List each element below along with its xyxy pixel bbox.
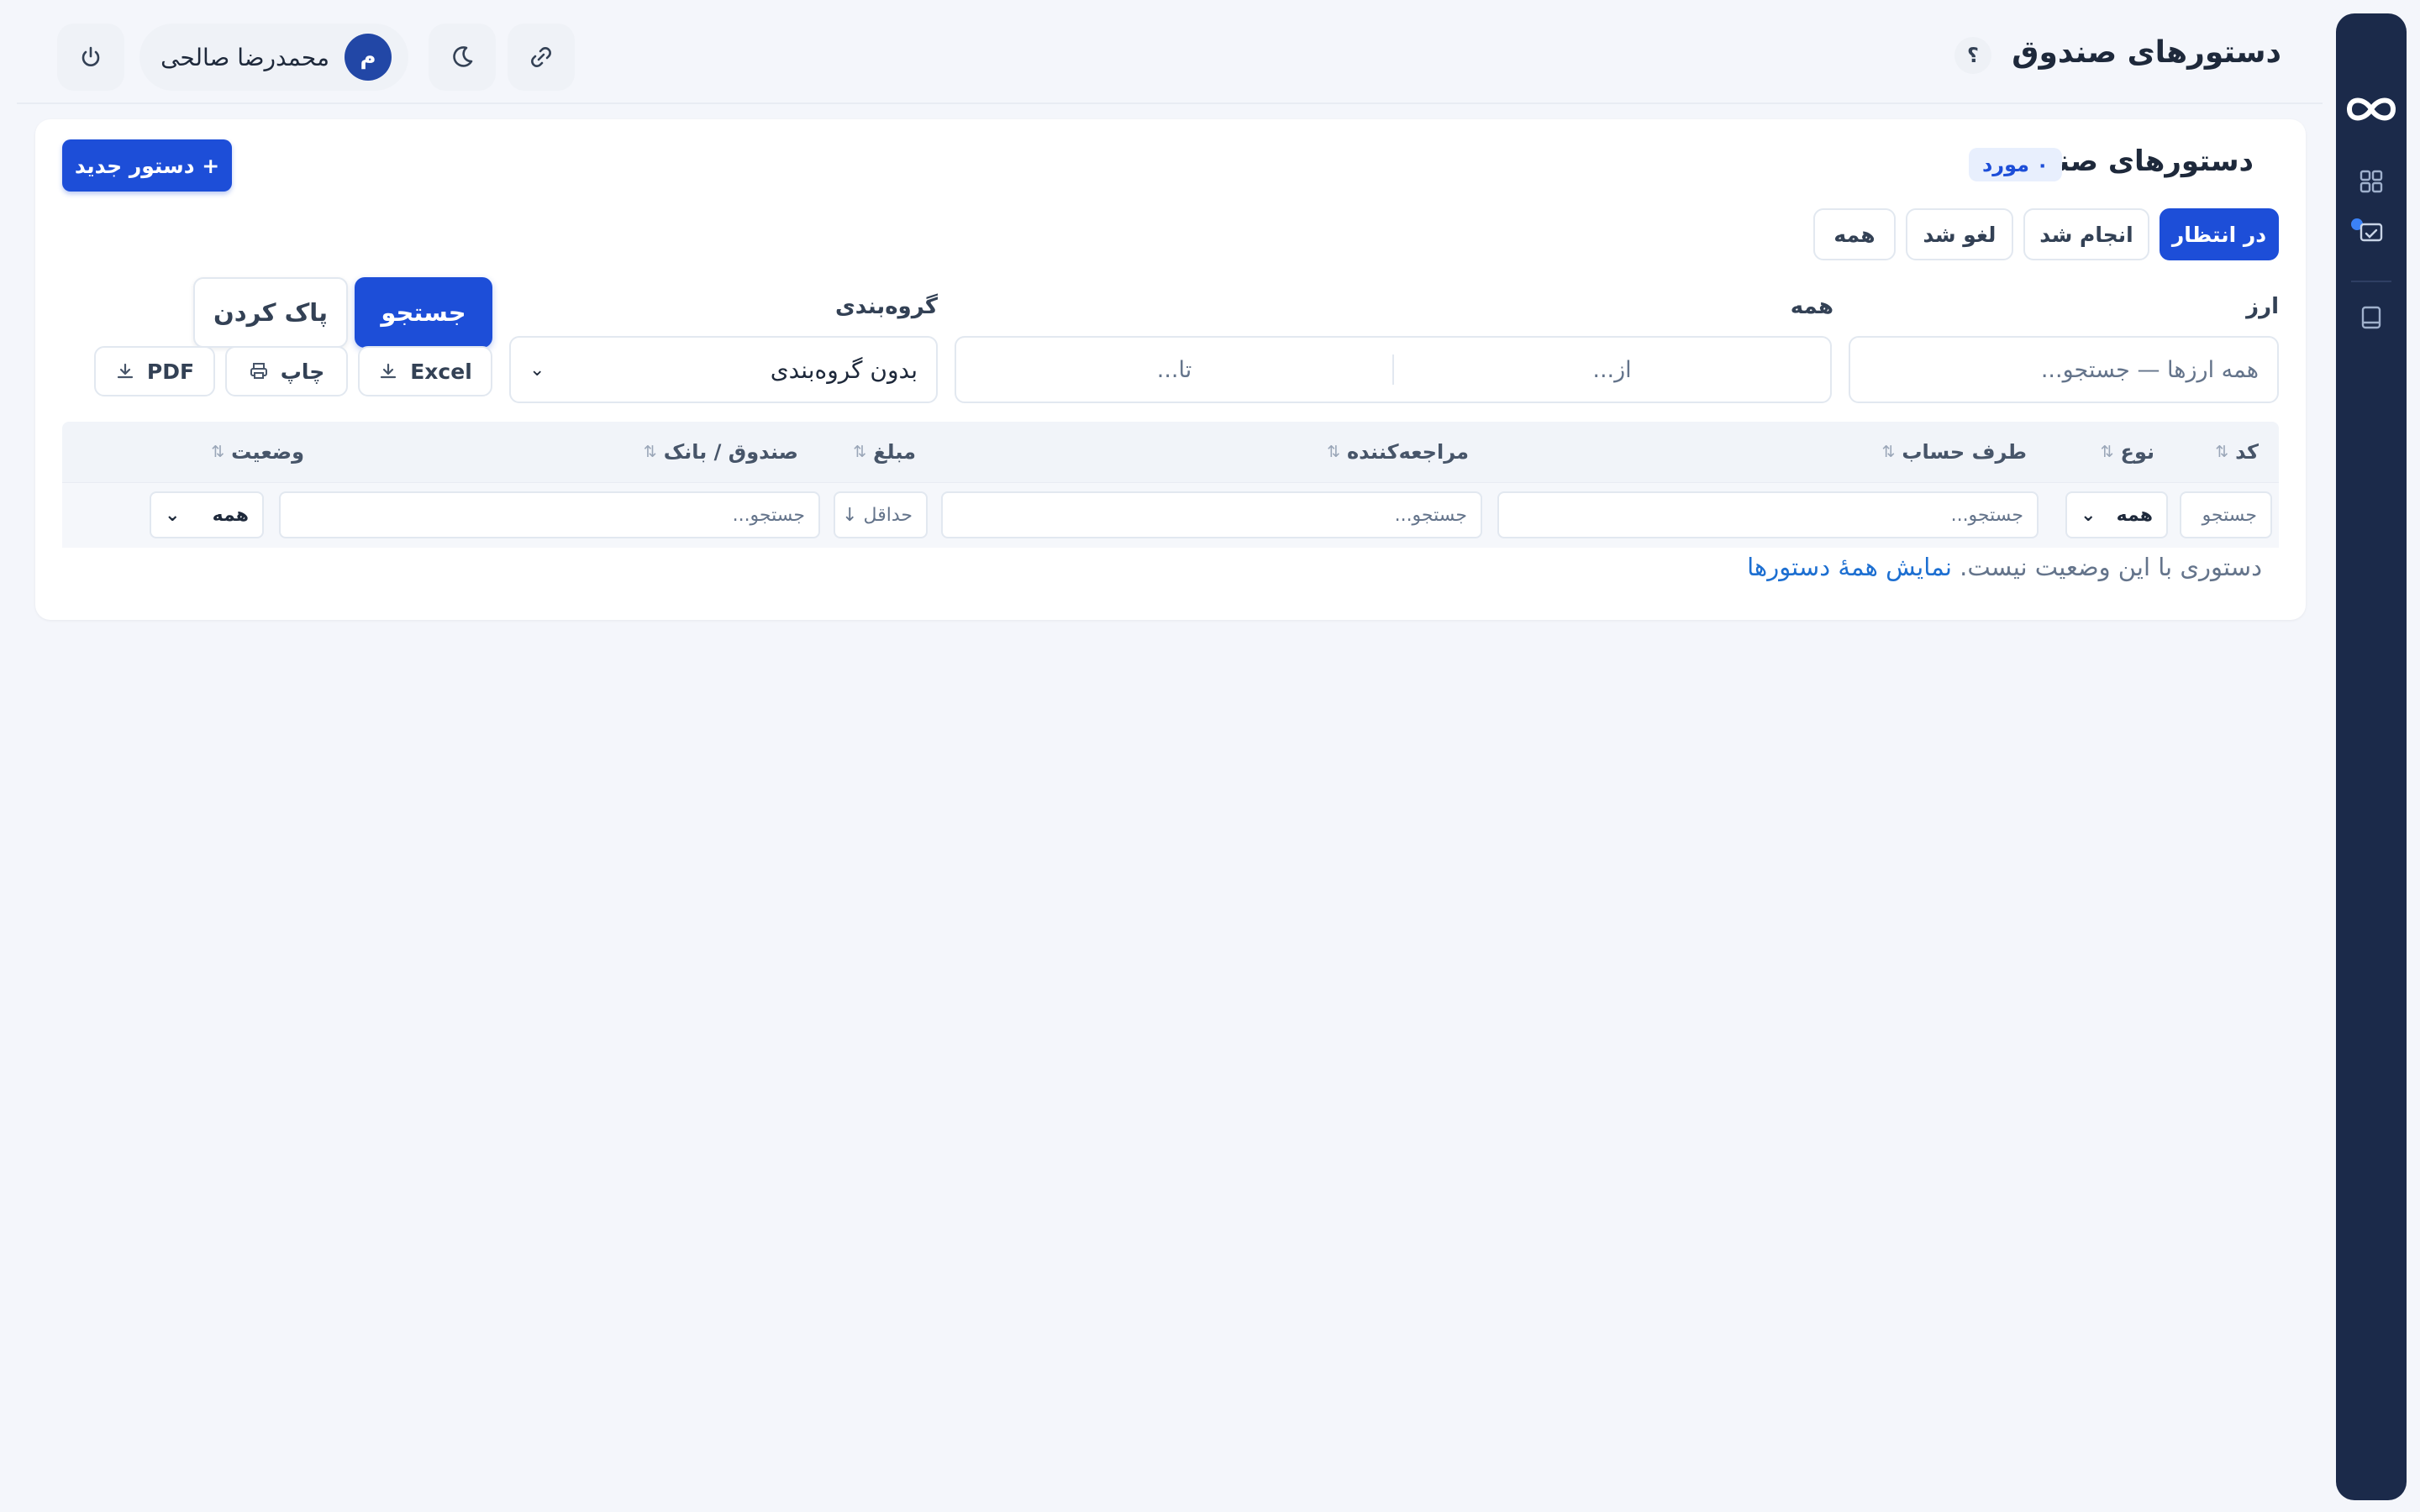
theme-toggle-button[interactable] — [429, 24, 496, 91]
counterparty-filter-input[interactable]: جستجو... — [1497, 491, 2039, 538]
infinity-logo-icon[interactable] — [2344, 91, 2398, 128]
sidebar-divider — [2351, 281, 2391, 282]
grouping-label: گروه‌بندی — [834, 294, 938, 319]
sort-icon: ⇅ — [853, 443, 867, 461]
print-button[interactable]: چاپ — [225, 346, 348, 396]
column-header-amount[interactable]: مبلغ ⇅ — [853, 440, 916, 464]
user-name: محمدرضا صالحی — [160, 43, 329, 71]
sort-icon: ⇅ — [1881, 443, 1896, 461]
pdf-label: PDF — [146, 359, 195, 384]
currency-search-input[interactable]: همه ارزها — جستجو... — [1849, 336, 2279, 403]
to-input[interactable]: تا... — [956, 338, 1392, 402]
table-header: کد ⇅ نوع ⇅ طرف حساب ⇅ مراجعه‌کننده ⇅ مبلغ ⇅ ص… — [62, 422, 2279, 482]
code-filter-input[interactable]: جستجو — [2180, 491, 2272, 538]
sort-icon: ⇅ — [2215, 443, 2229, 461]
user-menu[interactable]: م محمدرضا صالحی — [139, 24, 408, 91]
column-header-status[interactable]: وضعیت ⇅ — [211, 440, 304, 464]
orders-card: دستورهای صندوق ۰ مورد + دستور جدید در ان… — [35, 119, 2306, 620]
column-header-counterparty[interactable]: طرف حساب ⇅ — [1881, 440, 2027, 464]
type-filter-select[interactable]: همه ⌄ — [2065, 491, 2168, 538]
column-header-referrer[interactable]: مراجعه‌کننده ⇅ — [1327, 440, 1469, 464]
range-divider — [1392, 354, 1394, 385]
chevron-down-icon: ⌄ — [165, 504, 181, 526]
grouping-select[interactable]: بدون گروه‌بندی ⌄ — [509, 336, 938, 403]
from-input[interactable]: از... — [1394, 338, 1830, 402]
fund-orders-icon[interactable] — [2358, 218, 2385, 245]
dashboard-grid-icon[interactable] — [2358, 168, 2385, 195]
amount-min-input[interactable]: حداقل ↓ — [834, 491, 928, 538]
column-header-fund-bank[interactable]: صندوق / بانک ⇅ — [644, 440, 798, 464]
column-header-code[interactable]: کد ⇅ — [2215, 440, 2259, 464]
new-order-button[interactable]: + دستور جدید — [62, 139, 232, 192]
sort-icon: ⇅ — [1327, 443, 1340, 461]
sort-icon: ⇅ — [643, 443, 657, 461]
printer-icon — [250, 363, 267, 379]
status-filter-select[interactable]: همه ⌄ — [150, 491, 264, 538]
link-icon — [531, 47, 551, 67]
download-icon — [381, 363, 397, 379]
sort-icon: ⇅ — [2100, 443, 2114, 461]
help-button[interactable]: ؟ — [1954, 37, 1991, 74]
sort-icon: ⇅ — [211, 443, 225, 461]
tab-done[interactable]: انجام شد — [2023, 208, 2149, 260]
moon-icon — [453, 46, 473, 67]
grouping-value: بدون گروه‌بندی — [770, 355, 918, 384]
logout-button[interactable] — [57, 24, 124, 91]
show-all-orders-link[interactable]: نمایش همهٔ دستورها — [1747, 553, 1952, 581]
book-icon[interactable] — [2358, 304, 2385, 331]
tab-cancelled[interactable]: لغو شد — [1906, 208, 2013, 260]
export-excel-button[interactable]: Excel — [358, 346, 492, 396]
header-divider — [17, 102, 2323, 104]
excel-label: Excel — [410, 359, 472, 384]
range-label: همه — [1790, 294, 1833, 319]
column-filter-row: جستجو همه ⌄ جستجو... جستجو... حداقل ↓ جس… — [62, 482, 2279, 548]
chevron-down-icon: ⌄ — [2081, 504, 2096, 526]
tab-all[interactable]: همه — [1813, 208, 1896, 260]
search-button[interactable]: جستجو — [355, 277, 492, 348]
referrer-filter-input[interactable]: جستجو... — [941, 491, 1482, 538]
chevron-down-icon: ⌄ — [529, 359, 545, 381]
link-button[interactable] — [508, 24, 575, 91]
empty-message: دستوری با این وضعیت نیست. — [1960, 553, 2262, 581]
fund-bank-filter-input[interactable]: جستجو... — [279, 491, 820, 538]
range-input: از... تا... — [955, 336, 1832, 403]
sidebar-rail — [2336, 13, 2407, 1500]
column-header-type[interactable]: نوع ⇅ — [2101, 440, 2154, 464]
print-label: چاپ — [280, 359, 325, 384]
currency-placeholder: همه ارزها — جستجو... — [2040, 356, 2259, 383]
empty-state: دستوری با این وضعیت نیست. نمایش همهٔ دست… — [1747, 553, 2262, 581]
avatar: م — [345, 34, 392, 81]
download-icon — [117, 363, 134, 379]
clear-button[interactable]: پاک کردن — [193, 277, 348, 348]
tab-pending[interactable]: در انتظار — [2160, 208, 2279, 260]
page-title: دستورهای صندوق — [2012, 35, 2281, 70]
export-pdf-button[interactable]: PDF — [94, 346, 215, 396]
power-icon — [82, 46, 100, 66]
currency-label: ارز — [2246, 294, 2279, 319]
count-badge: ۰ مورد — [1968, 148, 2062, 181]
